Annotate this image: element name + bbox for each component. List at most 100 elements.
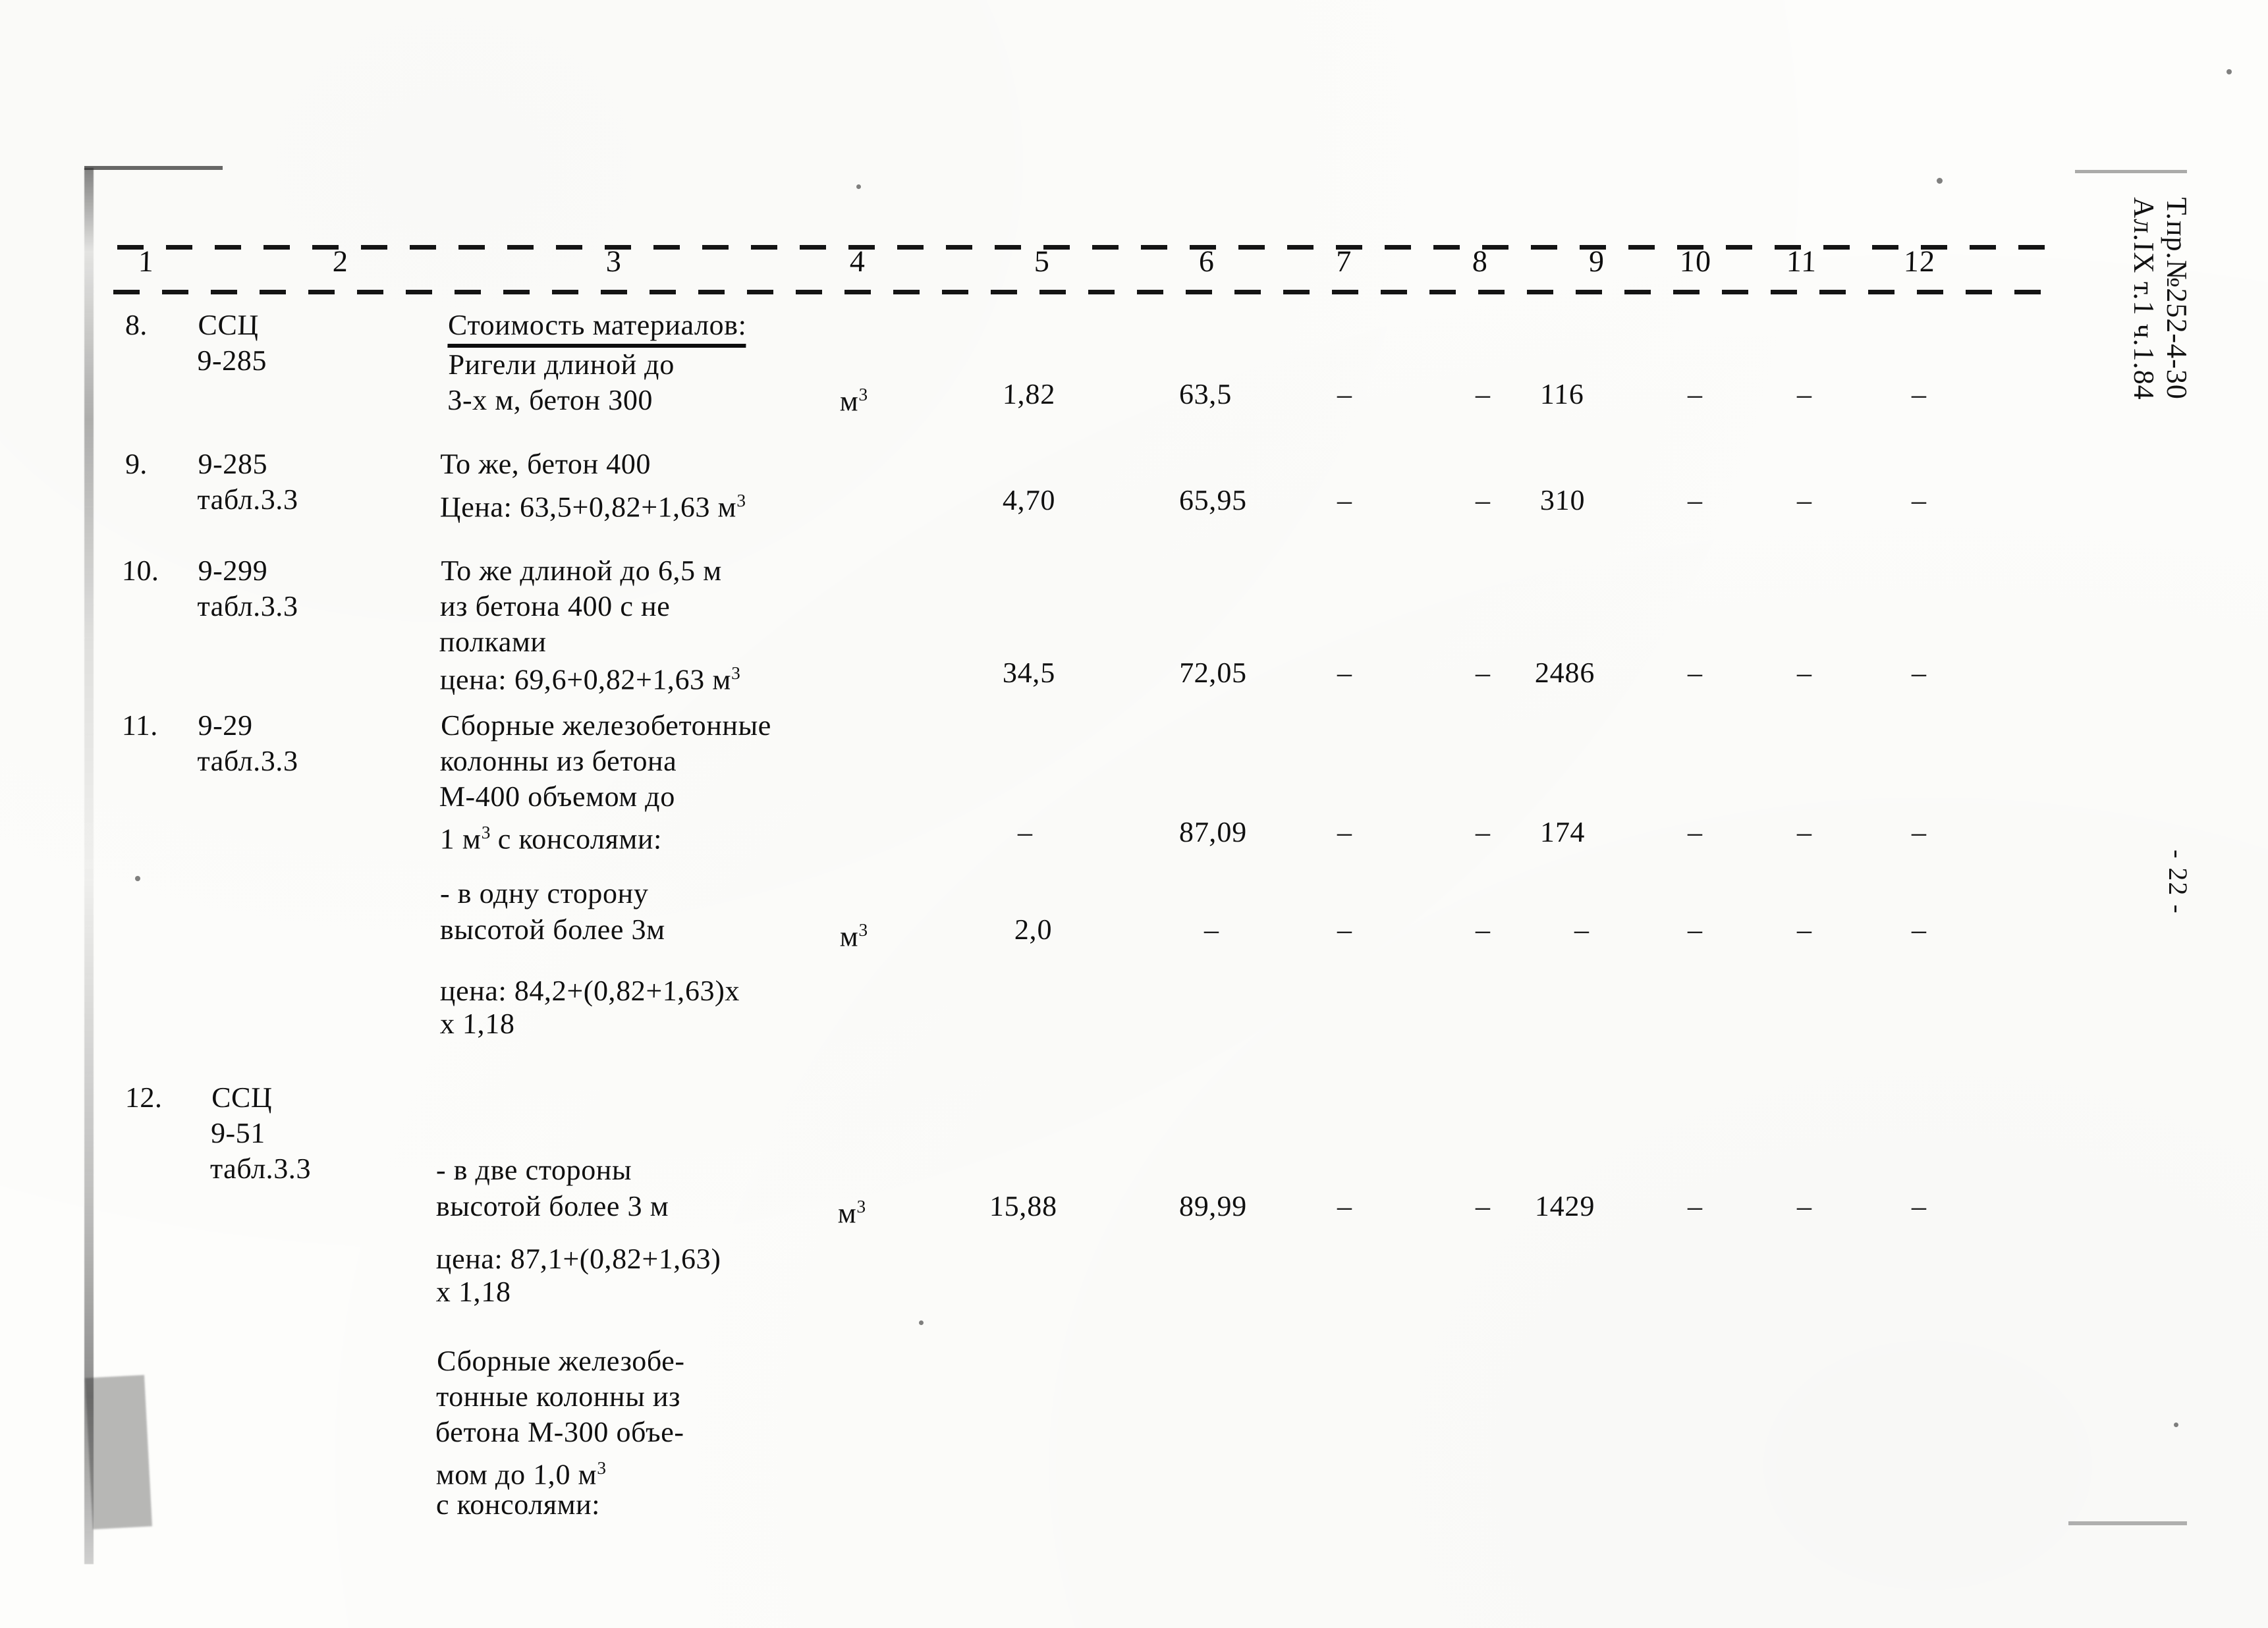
- subrow-one-side-col11: –: [1796, 913, 1812, 946]
- row-12-sub-line1: - в две стороны: [435, 1154, 632, 1186]
- row-10-price-exponent: 3: [731, 663, 741, 683]
- corner-mark-bottom-right: [2068, 1521, 2187, 1525]
- subrow-one-side-unit: м3: [839, 912, 868, 955]
- tail-description-last-text: мом до 1,0 м: [435, 1458, 597, 1491]
- row-8-col6: 63,5: [1178, 378, 1232, 410]
- row-12-code: ССЦ 9-51 табл.3.3: [209, 1081, 312, 1185]
- row-11-col7: –: [1337, 816, 1352, 848]
- scan-speck-e: [2227, 69, 2232, 74]
- row-8-unit-text: м: [839, 385, 859, 418]
- subrow-one-side-col7: –: [1337, 913, 1352, 946]
- row-9-col6: 65,95: [1178, 484, 1248, 516]
- row-12-col5: 15,88: [989, 1190, 1058, 1222]
- subrow-one-side-col6: –: [1203, 913, 1219, 946]
- row-9-description: То же, бетон 400: [439, 448, 651, 480]
- price-note-2-line2: х 1,18: [435, 1276, 512, 1308]
- row-10-price-text: цена: 69,6+0,82+1,63 м: [439, 663, 732, 696]
- row-10-number: 10.: [121, 555, 160, 587]
- row-10-col6: 72,05: [1178, 657, 1248, 689]
- subrow-one-side-col5: 2,0: [1014, 913, 1053, 946]
- row-10-col9: 2486: [1534, 657, 1595, 689]
- row-11-description-exponent: 3: [481, 823, 491, 842]
- row-9-price-exponent: 3: [736, 491, 746, 510]
- row-12-unit: м3: [837, 1189, 866, 1232]
- row-9-col11: –: [1796, 484, 1812, 516]
- scan-speck-a: [856, 184, 861, 189]
- row-11-description: Сборные железобетонные колонны из бетона…: [439, 709, 772, 813]
- column-header-12: 12: [1903, 244, 1936, 278]
- row-8-code: ССЦ 9-285: [196, 309, 267, 377]
- column-header-8: 8: [1472, 244, 1489, 278]
- row-8-col8: –: [1475, 378, 1491, 410]
- row-10-col12: –: [1911, 657, 1927, 689]
- row-8-col7: –: [1337, 378, 1352, 410]
- row-9-number: 9.: [124, 448, 148, 480]
- subrow-one-side-col9: –: [1574, 913, 1590, 946]
- subrow-one-side-col8: –: [1475, 913, 1491, 946]
- row-9-col8: –: [1475, 484, 1491, 516]
- column-header-7: 7: [1335, 244, 1352, 278]
- corner-mark-top-left: [84, 166, 223, 170]
- page-number: - 22 -: [2163, 850, 2193, 915]
- subrow-one-side-line1: - в одну сторону: [439, 877, 649, 909]
- column-header-1: 1: [138, 244, 155, 278]
- price-note-1-line1: цена: 84,2+(0,82+1,63)х: [439, 975, 740, 1007]
- row-11-col12: –: [1911, 816, 1927, 848]
- row-10-col7: –: [1337, 657, 1352, 689]
- scanned-page: 1 2 3 4 5 6 7 8 9 10 11 12 8. ССЦ 9-285 …: [0, 0, 2268, 1628]
- row-10-code: 9-299 табл.3.3: [196, 555, 299, 622]
- column-header-2: 2: [332, 244, 349, 278]
- row-10-col10: –: [1687, 657, 1703, 689]
- row-11-description-last-text: 1 м: [439, 823, 482, 855]
- row-8-col5: 1,82: [1002, 378, 1056, 410]
- scan-smudge-bottom-left: [85, 1374, 152, 1530]
- scan-speck-d: [919, 1320, 924, 1325]
- row-9-col10: –: [1687, 484, 1703, 516]
- corner-mark-top-right: [2075, 170, 2187, 173]
- row-12-col6: 89,99: [1178, 1190, 1248, 1222]
- row-8-col12: –: [1911, 378, 1927, 410]
- price-note-1-line2: х 1,18: [439, 1008, 516, 1040]
- row-10-col5: 34,5: [1002, 657, 1056, 689]
- price-note-2-line1: цена: 87,1+(0,82+1,63): [435, 1243, 722, 1275]
- row-9-col9: 310: [1539, 484, 1586, 516]
- row-11-col8: –: [1475, 816, 1491, 848]
- margin-stamp-line-1: Т.пр.№252-4-30: [2161, 197, 2193, 400]
- tail-description-final: с консолями:: [435, 1488, 601, 1521]
- row-9-code: 9-285 табл.3.3: [196, 448, 299, 516]
- subrow-one-side-unit-exponent: 3: [858, 920, 868, 940]
- row-9-col5: 4,70: [1002, 484, 1056, 516]
- column-header-4: 4: [849, 244, 866, 278]
- tail-description-exponent: 3: [597, 1458, 607, 1478]
- row-11-description-tail: с консолями:: [489, 823, 663, 855]
- row-12-col7: –: [1337, 1190, 1352, 1222]
- row-12-col10: –: [1687, 1190, 1703, 1222]
- row-10-price-line: цена: 69,6+0,82+1,63 м3: [439, 655, 740, 698]
- table-rule-top: [117, 245, 2061, 250]
- row-12-col11: –: [1796, 1190, 1812, 1222]
- row-9-col7: –: [1337, 484, 1352, 516]
- column-header-6: 6: [1198, 244, 1215, 278]
- row-11-col10: –: [1687, 816, 1703, 848]
- row-12-sub-line2: высотой более 3 м: [435, 1190, 669, 1222]
- row-10-col11: –: [1796, 657, 1812, 689]
- tail-description-last: мом до 1,0 м3: [435, 1450, 606, 1493]
- column-header-9: 9: [1588, 244, 1605, 278]
- scan-speck-c: [135, 876, 140, 881]
- row-12-unit-exponent: 3: [856, 1197, 866, 1216]
- row-11-col9: 174: [1539, 816, 1586, 848]
- subrow-one-side-col10: –: [1687, 913, 1703, 946]
- row-12-col8: –: [1475, 1190, 1491, 1222]
- row-8-number: 8.: [124, 309, 148, 341]
- row-12-col12: –: [1911, 1190, 1927, 1222]
- row-8-description: Ригели длиной до 3-х м, бетон 300: [447, 348, 675, 416]
- row-11-code: 9-29 табл.3.3: [196, 709, 299, 777]
- tail-description: Сборные железобе- тонные колонны из бето…: [435, 1345, 686, 1448]
- column-header-11: 11: [1786, 244, 1817, 278]
- row-12-col9: 1429: [1534, 1190, 1595, 1222]
- row-8-unit: м3: [839, 377, 868, 420]
- row-10-col8: –: [1475, 657, 1491, 689]
- row-8-col9: 116: [1539, 378, 1585, 410]
- scan-edge-artifact: [84, 168, 94, 1564]
- subrow-one-side-unit-text: м: [839, 920, 859, 953]
